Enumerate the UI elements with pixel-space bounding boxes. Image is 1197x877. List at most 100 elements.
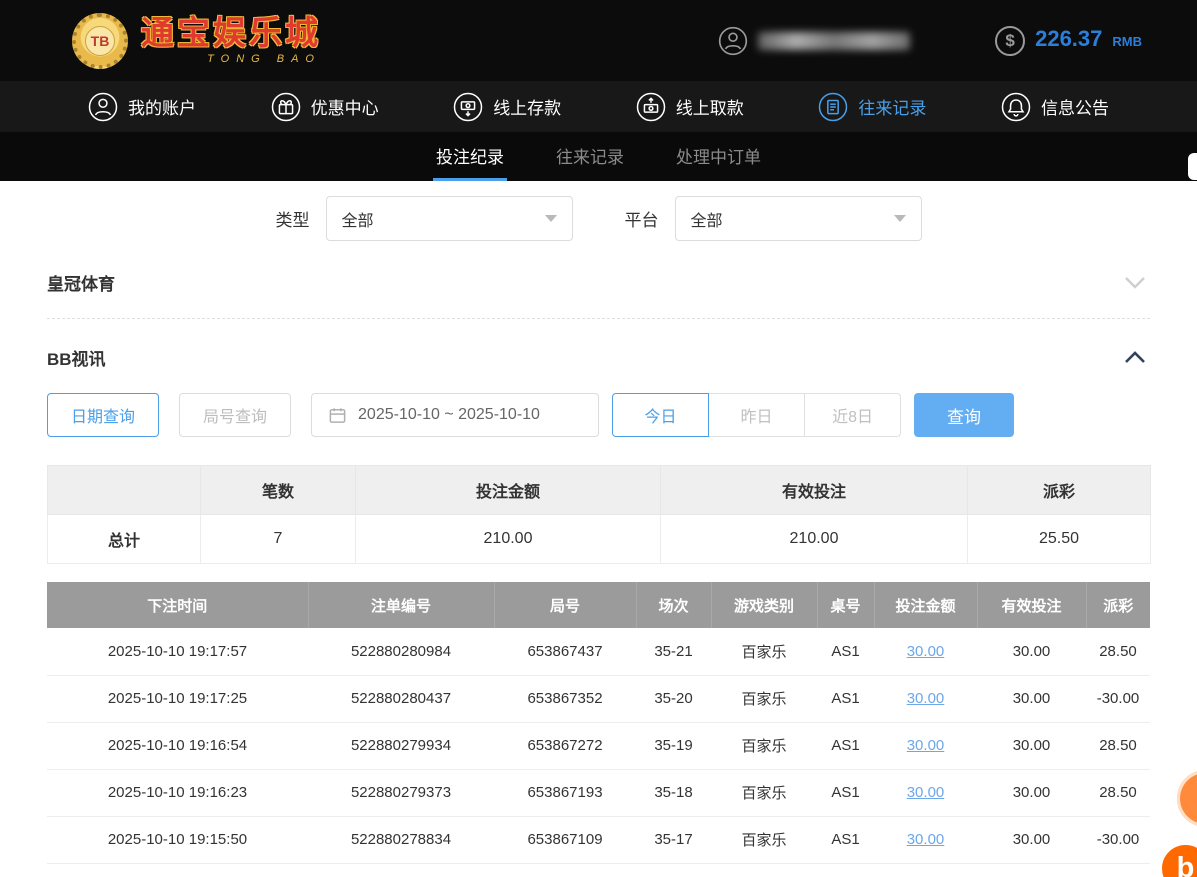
bet-round: 653867109 [494, 816, 636, 864]
account-user[interactable] [718, 26, 911, 56]
bet-amount-link[interactable]: 30.00 [907, 831, 945, 848]
payout-value: 28.50 [1086, 769, 1150, 817]
bet-table: AS1 [817, 816, 874, 864]
bet-session: 35-19 [636, 722, 711, 770]
bets-header-time: 下注时间 [47, 582, 309, 628]
summary-total-count: 7 [200, 514, 356, 564]
bets-header-valid: 有效投注 [977, 582, 1087, 628]
nav-item-label: 线上存款 [493, 99, 562, 118]
withdraw-icon [636, 92, 666, 121]
bet-time: 2025-10-10 19:15:50 [47, 816, 308, 864]
nav-item-records[interactable]: 往来记录 [818, 92, 926, 122]
tab-processing-orders[interactable]: 处理中订单 [673, 132, 764, 181]
summary-header-bet-amount: 投注金额 [355, 465, 661, 515]
platform-select-value: 全部 [690, 212, 723, 230]
logo-subtitle: TONG BAO [207, 53, 321, 66]
bet-round: 653867352 [494, 675, 636, 723]
calendar-icon [329, 407, 346, 423]
sub-tabbar: 投注纪录 往来记录 处理中订单 [0, 132, 1197, 181]
today-button[interactable]: 今日 [612, 393, 710, 437]
nav-item-label: 信息公告 [1040, 99, 1109, 118]
search-button[interactable]: 查询 [914, 393, 1015, 437]
balance[interactable]: $ 226.37 RMB [995, 25, 1142, 56]
bets-header-table: 桌号 [817, 582, 875, 628]
type-select-value: 全部 [341, 212, 374, 230]
user-avatar-icon [718, 26, 748, 56]
platform-select[interactable]: 全部 [674, 196, 922, 241]
section-bb-video[interactable]: BB视讯 [47, 319, 1150, 385]
nav-item-deposit[interactable]: 线上存款 [453, 92, 561, 122]
bet-id: 522880279934 [308, 722, 494, 770]
payout-value: 28.50 [1086, 722, 1150, 770]
nav-item-label: 线上取款 [675, 99, 744, 118]
dollar-coin-icon: $ [995, 25, 1026, 56]
bet-table: AS1 [817, 769, 874, 817]
nav-item-my-account[interactable]: 我的账户 [88, 92, 196, 122]
top-header: TB 通宝娱乐城 TONG BAO $ 226.37 RMB [0, 0, 1197, 81]
section-title: 皇冠体育 [47, 275, 115, 294]
date-range-value: 2025-10-10 ~ 2025-10-10 [358, 406, 540, 423]
section-crown-sports[interactable]: 皇冠体育 [47, 241, 1150, 318]
filter-row: 类型 全部 平台 全部 [0, 196, 1197, 241]
user-icon [88, 92, 118, 121]
yesterday-button[interactable]: 昨日 [708, 393, 806, 437]
summary-header-row: 笔数 投注金额 有效投注 派彩 [47, 465, 1151, 515]
nav-item-label: 优惠中心 [310, 99, 379, 118]
nav-item-withdraw[interactable]: 线上取款 [636, 92, 744, 122]
nav-item-promotions[interactable]: 优惠中心 [271, 92, 379, 122]
site-logo[interactable]: TB 通宝娱乐城 TONG BAO [72, 12, 321, 69]
bet-amount-link[interactable]: 30.00 [907, 643, 945, 660]
bets-header-game: 游戏类别 [711, 582, 818, 628]
type-filter-label: 类型 [275, 211, 310, 230]
bet-valid: 30.00 [977, 675, 1086, 723]
bet-game: 百家乐 [711, 675, 817, 723]
bet-amount-link[interactable]: 30.00 [907, 737, 945, 754]
query-bar: 日期查询 局号查询 2025-10-10 ~ 2025-10-10 今日 昨日 … [47, 393, 1150, 437]
chevron-down-icon [1124, 276, 1146, 289]
poker-chip-icon: TB [72, 12, 128, 69]
summary-total-valid-bet: 210.00 [660, 514, 968, 564]
bet-id: 522880280437 [308, 675, 494, 723]
tab-transaction-records[interactable]: 往来记录 [553, 132, 627, 181]
table-row: 2025-10-10 19:15:50 522880278834 6538671… [47, 816, 1150, 864]
bet-time: 2025-10-10 19:16:54 [47, 722, 308, 770]
date-range-input[interactable]: 2025-10-10 ~ 2025-10-10 [311, 393, 600, 437]
bet-round: 653867272 [494, 722, 636, 770]
bets-header-session: 场次 [636, 582, 712, 628]
round-query-button[interactable]: 局号查询 [179, 393, 292, 437]
bets-header-payout: 派彩 [1086, 582, 1150, 628]
bet-game: 百家乐 [711, 816, 817, 864]
bet-session: 35-20 [636, 675, 711, 723]
tab-bet-records[interactable]: 投注纪录 [433, 132, 507, 181]
platform-filter-label: 平台 [624, 211, 659, 230]
payout-value: -30.00 [1086, 675, 1150, 723]
payout-value: -30.00 [1086, 816, 1150, 864]
bet-valid: 30.00 [977, 816, 1086, 864]
summary-table: 笔数 投注金额 有效投注 派彩 总计 7 210.00 210.00 25.50 [47, 465, 1151, 564]
bet-valid: 30.00 [977, 769, 1086, 817]
bet-round: 653867437 [494, 628, 636, 676]
logo-title: 通宝娱乐城 [141, 13, 321, 51]
table-row: 2025-10-10 19:17:57 522880280984 6538674… [47, 628, 1150, 676]
summary-header-empty [47, 465, 201, 515]
date-query-button[interactable]: 日期查询 [47, 393, 160, 437]
page: TB 通宝娱乐城 TONG BAO $ 226.37 RMB 我的账户 优惠中心… [0, 0, 1197, 877]
header-right: $ 226.37 RMB [718, 25, 1142, 56]
bets-header-amount: 投注金额 [874, 582, 978, 628]
last-8-days-button[interactable]: 近8日 [804, 393, 902, 437]
bet-game: 百家乐 [711, 722, 817, 770]
chevron-down-icon [893, 215, 906, 222]
type-select[interactable]: 全部 [325, 196, 573, 241]
bet-id: 522880278834 [308, 816, 494, 864]
quick-date-group: 今日 昨日 近8日 [612, 393, 902, 437]
summary-header-payout: 派彩 [967, 465, 1151, 515]
edge-widget-sliver[interactable] [1188, 153, 1197, 180]
bet-session: 35-17 [636, 816, 711, 864]
bet-table: AS1 [817, 628, 874, 676]
bet-session: 35-21 [636, 628, 711, 676]
summary-total-row: 总计 7 210.00 210.00 25.50 [47, 514, 1151, 564]
bet-amount-link[interactable]: 30.00 [907, 690, 945, 707]
nav-item-announcements[interactable]: 信息公告 [1001, 92, 1109, 122]
bet-amount-link[interactable]: 30.00 [907, 784, 945, 801]
bet-session: 35-18 [636, 769, 711, 817]
